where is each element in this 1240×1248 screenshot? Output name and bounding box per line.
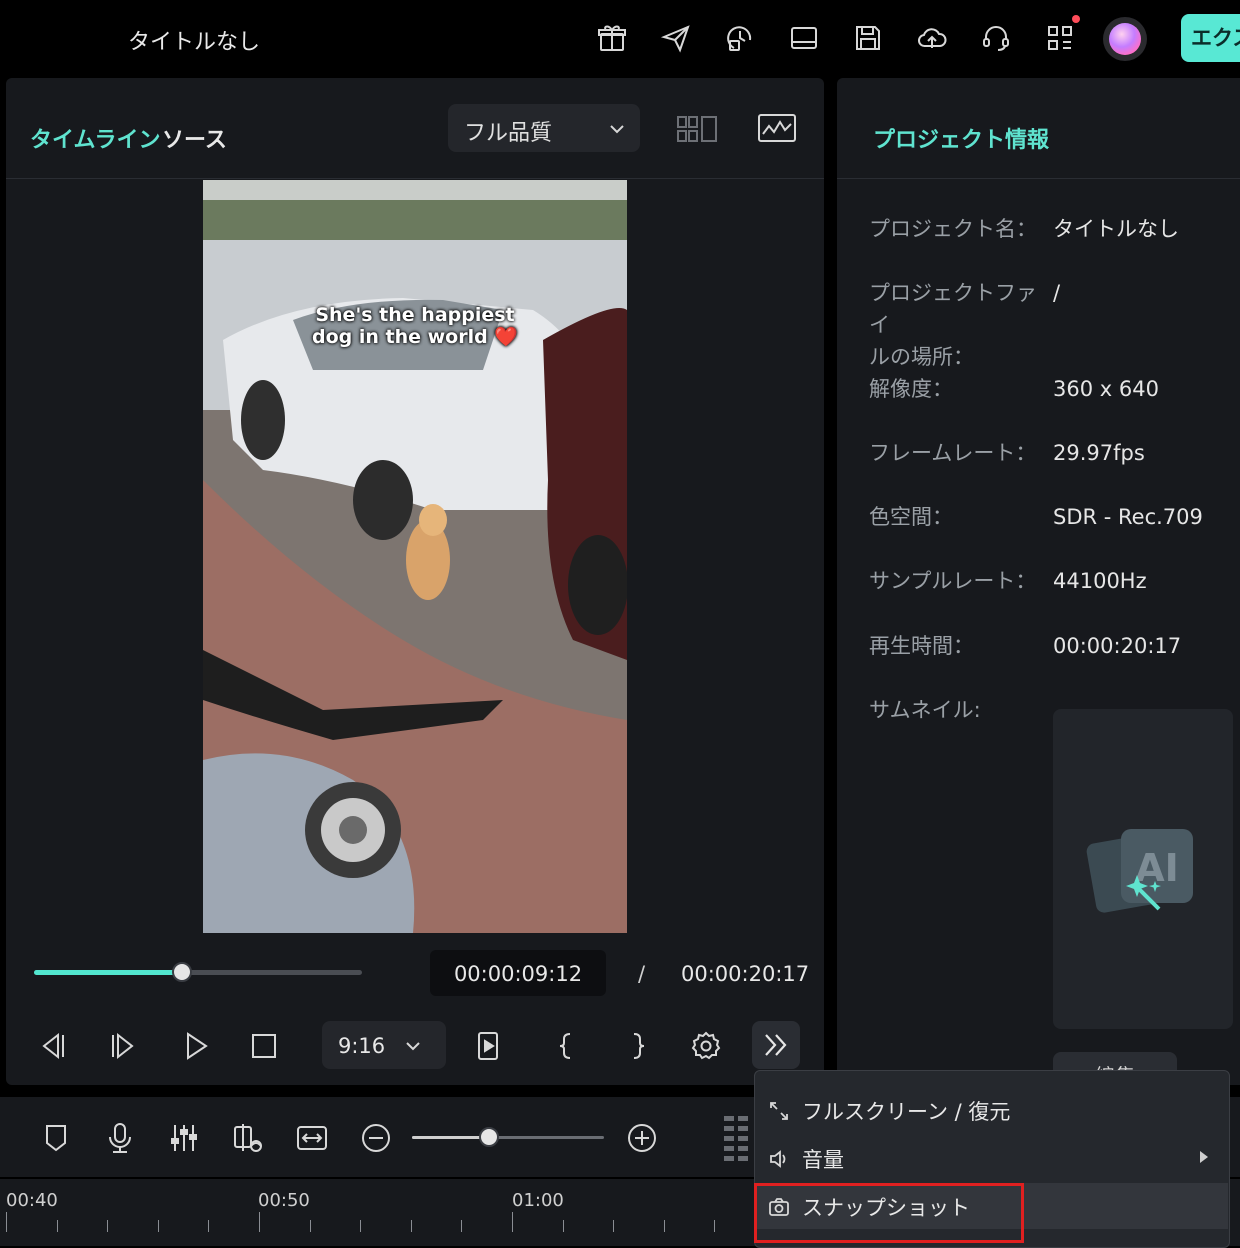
info-label-location: プロジェクトファイ ルの場所： — [869, 281, 1037, 369]
cloud-icon[interactable] — [914, 20, 950, 56]
volume-icon — [770, 1150, 786, 1168]
quality-value: フル品質 — [464, 121, 553, 146]
replace-clip-icon[interactable] — [228, 1118, 268, 1158]
ruler-tick — [259, 1212, 260, 1232]
mark-in-button[interactable] — [546, 1026, 586, 1066]
gear-icon[interactable] — [686, 1026, 726, 1066]
tab-source[interactable]: ソース — [162, 122, 227, 154]
chevron-down-icon — [610, 125, 624, 134]
layout-icon[interactable] — [786, 20, 822, 56]
info-label-framerate: フレームレート： — [869, 441, 1037, 465]
support-icon[interactable] — [978, 20, 1014, 56]
save-icon[interactable] — [850, 20, 886, 56]
zoom-slider-handle[interactable] — [478, 1127, 499, 1147]
more-button[interactable] — [752, 1021, 800, 1069]
ruler-tick — [410, 1220, 412, 1232]
ruler-tick — [360, 1220, 362, 1232]
menu-label: フルスクリーン / 復元 — [802, 1100, 1011, 1124]
svg-text:AI: AI — [1135, 846, 1179, 890]
current-time: 00:00:09:12 — [453, 962, 583, 986]
info-label-resolution: 解像度： — [869, 377, 953, 401]
caption-line-1: She's the happiest — [315, 304, 515, 326]
render-preview-button[interactable] — [468, 1026, 508, 1066]
ruler-label: 01:00 — [512, 1190, 564, 1211]
info-label-samplerate: サンプルレート： — [869, 569, 1037, 593]
microphone-icon[interactable] — [100, 1118, 140, 1158]
prev-frame-button[interactable] — [32, 1026, 72, 1066]
ruler-tick — [309, 1220, 311, 1232]
submenu-arrow-icon — [1200, 1151, 1208, 1163]
total-time: 00:00:20:17 — [681, 962, 810, 986]
info-label-colorspace: 色空間： — [869, 505, 953, 529]
tab-timeline[interactable]: タイムライン — [30, 122, 160, 154]
ruler-tick — [613, 1220, 615, 1232]
video-caption: She's the happiest dog in the world ❤️ — [203, 304, 627, 348]
ruler-tick — [714, 1220, 716, 1232]
mark-out-button[interactable] — [618, 1026, 658, 1066]
ruler-label: 00:50 — [258, 1190, 310, 1211]
ruler-tick — [56, 1220, 58, 1232]
send-icon[interactable] — [658, 20, 694, 56]
track-handle-icon[interactable] — [722, 1114, 750, 1164]
project-title: タイトルなし — [128, 30, 261, 55]
ruler-ticks — [0, 1212, 752, 1234]
ruler-tick — [663, 1220, 665, 1232]
info-label-thumbnail: サムネイル: — [869, 698, 981, 722]
ruler-tick — [208, 1220, 210, 1232]
info-label-duration: 再生時間： — [869, 634, 974, 658]
project-info-title: プロジェクト情報 — [873, 128, 1050, 153]
info-value-framerate: 29.97fps — [1053, 441, 1145, 465]
notification-dot — [1072, 15, 1080, 23]
info-value-samplerate: 44100Hz — [1053, 569, 1147, 593]
apps-icon[interactable] — [1042, 20, 1078, 56]
thumbnail-box[interactable]: AI — [1053, 709, 1233, 1029]
snapshot-highlight — [754, 1183, 1024, 1243]
menu-item-volume[interactable]: 音量 — [754, 1135, 1228, 1181]
ruler-tick — [562, 1220, 564, 1232]
info-label-name: プロジェクト名： — [869, 217, 1037, 241]
caption-line-2: dog in the world ❤️ — [312, 326, 518, 348]
info-value-duration: 00:00:20:17 — [1053, 634, 1182, 658]
play-button[interactable] — [176, 1026, 216, 1066]
ai-thumbnail-icon: AI — [1086, 829, 1193, 913]
waveform-icon[interactable] — [756, 112, 798, 144]
info-value-location: / — [1053, 281, 1061, 305]
ruler-tick — [512, 1212, 513, 1232]
avatar[interactable] — [1103, 17, 1147, 61]
ruler-tick — [461, 1220, 463, 1232]
info-value-resolution: 360 x 640 — [1053, 377, 1159, 401]
fullscreen-icon — [770, 1102, 788, 1120]
progress-fill — [34, 970, 182, 975]
ruler-tick — [157, 1220, 159, 1232]
audio-mixer-icon[interactable] — [164, 1118, 204, 1158]
next-frame-button[interactable] — [104, 1026, 144, 1066]
chevron-down-icon — [406, 1042, 420, 1051]
export-button[interactable]: エクスポート — [1181, 14, 1240, 62]
grid-view-icon[interactable] — [676, 114, 718, 144]
fit-timeline-icon[interactable] — [292, 1118, 332, 1158]
ruler-tick — [107, 1220, 109, 1232]
time-separator: / — [638, 962, 646, 986]
ruler-tick — [6, 1212, 7, 1232]
gift-icon[interactable] — [594, 20, 630, 56]
zoom-in-icon[interactable] — [622, 1118, 662, 1158]
zoom-out-icon[interactable] — [356, 1118, 396, 1158]
ruler-label: 00:40 — [6, 1190, 58, 1211]
video-preview[interactable]: She's the happiest dog in the world ❤️ — [203, 180, 627, 933]
double-chevron-right-icon — [765, 1034, 787, 1056]
stop-button[interactable] — [244, 1026, 284, 1066]
info-value-colorspace: SDR - Rec.709 — [1053, 505, 1203, 529]
aspect-ratio-value: 9:16 — [338, 1034, 386, 1058]
marker-icon[interactable] — [36, 1118, 76, 1158]
zoom-slider-fill — [412, 1136, 489, 1139]
menu-item-fullscreen[interactable]: フルスクリーン / 復元 — [754, 1087, 1228, 1133]
history-icon[interactable] — [722, 20, 758, 56]
info-value-name: タイトルなし — [1053, 217, 1179, 241]
menu-label: 音量 — [802, 1148, 844, 1172]
progress-handle[interactable] — [171, 962, 192, 982]
